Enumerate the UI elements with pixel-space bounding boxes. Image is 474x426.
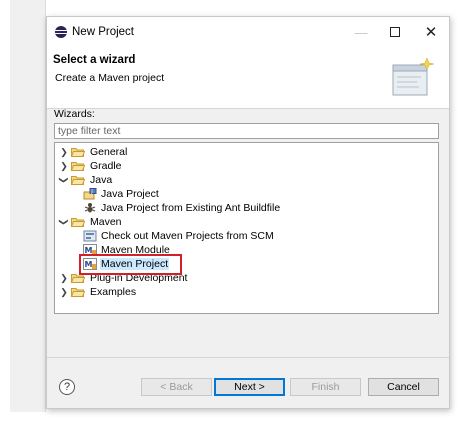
tree-item-general[interactable]: ❯ General [59, 145, 128, 159]
tree-item-gradle[interactable]: ❯ Gradle [59, 159, 123, 173]
ant-icon [83, 202, 97, 214]
java-project-icon: J [83, 188, 97, 200]
tree-item-label: Examples [90, 286, 137, 298]
minimize-icon: — [354, 24, 368, 40]
tree-item-label: Java Project from Existing Ant Buildfile [101, 202, 281, 214]
tree-item-maven-scm[interactable]: Check out Maven Projects from SCM [81, 229, 275, 243]
back-button[interactable]: < Back [141, 378, 212, 396]
chevron-down-icon[interactable]: ❯ [57, 217, 71, 227]
tree-item-examples[interactable]: ❯ Examples [59, 285, 137, 299]
next-button[interactable]: Next > [214, 378, 285, 396]
cancel-button[interactable]: Cancel [368, 378, 439, 396]
chevron-down-icon[interactable]: ❯ [57, 175, 71, 185]
background-strip [10, 0, 46, 412]
scm-checkout-icon [83, 230, 97, 242]
tree-item-java[interactable]: ❯ Java [59, 173, 113, 187]
wizard-header: Select a wizard Create a Maven project [47, 47, 449, 109]
window-title: New Project [72, 26, 134, 38]
chevron-right-icon[interactable]: ❯ [59, 159, 69, 173]
filter-input[interactable] [54, 123, 439, 139]
folder-icon [71, 217, 85, 227]
title-bar[interactable]: New Project — ✕ [47, 17, 449, 47]
minimize-button[interactable]: — [343, 17, 379, 47]
annotation-highlight-box [79, 254, 182, 275]
tree-item-label: Java Project [101, 188, 159, 200]
finish-button[interactable]: Finish [290, 378, 361, 396]
button-bar-divider [47, 357, 449, 358]
chevron-right-icon[interactable]: ❯ [59, 271, 69, 285]
chevron-right-icon[interactable]: ❯ [59, 285, 69, 299]
new-project-dialog: New Project — ✕ Select a wizard Create a… [46, 16, 450, 409]
tree-item-label: Gradle [90, 160, 122, 172]
tree-item-label: General [90, 146, 128, 158]
wizard-tree[interactable]: ❯ General ❯ Gradle ❯ Java J Java Project… [54, 142, 439, 314]
tree-item-label: Maven [90, 216, 122, 228]
background-left [0, 0, 10, 412]
svg-text:J: J [90, 189, 92, 195]
help-button[interactable]: ? [59, 379, 75, 395]
eclipse-icon [55, 26, 67, 38]
close-button[interactable]: ✕ [413, 17, 449, 47]
folder-icon [71, 147, 85, 157]
folder-icon [71, 287, 85, 297]
maximize-button[interactable] [377, 17, 413, 47]
wizards-label: Wizards: [54, 108, 95, 120]
tree-item-maven[interactable]: ❯ Maven [59, 215, 123, 229]
folder-icon [71, 175, 85, 185]
page-title: Select a wizard [53, 54, 136, 66]
tree-item-java-project[interactable]: J Java Project [81, 187, 160, 201]
tree-item-label: Java [90, 174, 113, 186]
close-icon: ✕ [424, 24, 438, 41]
chevron-right-icon[interactable]: ❯ [59, 145, 69, 159]
tree-item-label: Check out Maven Projects from SCM [101, 230, 274, 242]
wizard-banner-icon [391, 55, 435, 99]
page-description: Create a Maven project [55, 72, 165, 84]
maximize-icon [390, 27, 400, 37]
tree-item-java-ant[interactable]: Java Project from Existing Ant Buildfile [81, 201, 281, 215]
folder-icon [71, 161, 85, 171]
